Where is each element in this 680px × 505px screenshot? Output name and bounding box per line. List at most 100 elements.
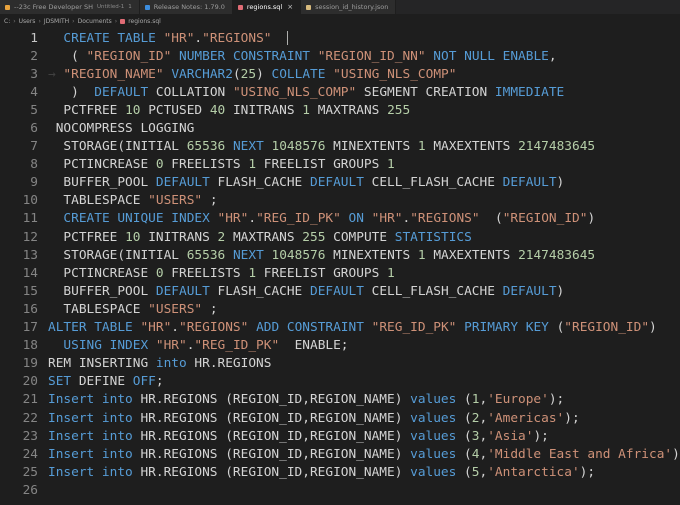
token-plain: ( [456, 446, 472, 462]
breadcrumb-item[interactable]: Documents [78, 18, 112, 25]
token-kw: values [410, 428, 457, 444]
code-content: BUFFER_POOL DEFAULT FLASH_CACHE DEFAULT … [48, 284, 564, 299]
breadcrumb-item[interactable]: C: [4, 18, 10, 25]
token-plain: FLASH_CACHE [209, 283, 310, 299]
token-plain: ); [564, 410, 580, 426]
code-line[interactable]: 16 TABLESPACE "USERS" ; [0, 300, 680, 318]
token-plain: COLLATION [155, 84, 233, 100]
token-kw: DEFAULT [502, 283, 557, 299]
token-plain: ); [548, 392, 565, 408]
token-plain: ( [456, 392, 472, 408]
line-number: 21 [22, 392, 38, 408]
code-line[interactable]: 7 STORAGE(INITIAL 65536 NEXT 1048576 MIN… [0, 138, 680, 156]
token-str: "HR" [163, 30, 195, 46]
token-plain: NOCOMPRESS LOGGING [48, 121, 195, 137]
tab-0[interactable]: --23c Free Developer SH Untitled-1 1 [0, 0, 140, 14]
token-plain: HR.REGIONS (REGION_ID,REGION_NAME) [132, 428, 411, 444]
token-plain: ) [556, 175, 565, 191]
breadcrumb-item[interactable]: JDSMITH [44, 18, 69, 25]
code-line[interactable]: 25 Insert into HR.REGIONS (REGION_ID,REGI… [0, 463, 680, 481]
token-str: "USING_NLS_COMP" [232, 84, 357, 100]
line-number: 13 [22, 247, 38, 263]
code-content: → "REGION_NAME" VARCHAR2(25) COLLATE "US… [48, 67, 456, 82]
code-line[interactable]: 9 BUFFER_POOL DEFAULT FLASH_CACHE DEFAUL… [0, 174, 680, 192]
code-line[interactable]: 12 PCTFREE 10 INITRANS 2 MAXTRANS 255 CO… [0, 228, 680, 246]
file-type-icon [5, 4, 10, 10]
token-str: "REGION_ID" [86, 48, 172, 64]
token-kw: Insert into [48, 392, 133, 408]
token-plain: , [548, 48, 557, 64]
token-num: 0 [155, 157, 164, 173]
token-kw: ON [348, 211, 364, 227]
token-plain: REM INSERTING [48, 356, 156, 372]
token-num: 1 [387, 265, 395, 281]
code-line[interactable]: 10 TABLESPACE "USERS" ; [0, 192, 680, 210]
token-kw: values [410, 410, 457, 426]
code-line[interactable]: 4 ) DEFAULT COLLATION "USING_NLS_COMP" S… [0, 83, 680, 101]
code-editor[interactable]: 1 CREATE TABLE "HR"."REGIONS" 2 ( "REGIO… [0, 27, 680, 499]
token-plain: ; [202, 193, 218, 209]
code-line[interactable]: 23 Insert into HR.REGIONS (REGION_ID,REGI… [0, 427, 680, 445]
token-ind [48, 31, 63, 46]
token-plain: ) [587, 211, 596, 227]
token-kw: DEFAULT [309, 283, 364, 299]
breadcrumb-item[interactable]: Users [19, 18, 36, 25]
breadcrumb-item[interactable]: regions.sql [128, 18, 161, 25]
tab-3[interactable]: session_id_history.json [301, 0, 397, 14]
code-content: ( "REGION_ID" NUMBER CONSTRAINT "REGION_… [48, 48, 557, 64]
code-line[interactable]: 2 ( "REGION_ID" NUMBER CONSTRAINT "REGIO… [0, 47, 680, 65]
token-str: "USING_NLS_COMP" [333, 66, 457, 82]
code-line[interactable]: 13 STORAGE(INITIAL 65536 NEXT 1048576 MI… [0, 246, 680, 264]
code-content: CREATE UNIQUE INDEX "HR"."REG_ID_PK" ON … [48, 211, 595, 226]
line-number: 20 [22, 374, 38, 390]
code-line[interactable]: 3 → "REGION_NAME" VARCHAR2(25) COLLATE "U… [0, 65, 680, 83]
token-num: 1 [417, 139, 426, 155]
token-num: 255 [302, 229, 326, 245]
token-kw: Insert into [48, 410, 133, 426]
token-kw: ADD CONSTRAINT [256, 320, 372, 336]
tab-1[interactable]: Release Notes: 1.79.0 [139, 0, 233, 14]
code-line[interactable]: 24 Insert into HR.REGIONS (REGION_ID,REGI… [0, 445, 680, 463]
token-plain: ( [479, 211, 503, 227]
token-plain: MINEXTENTS [325, 139, 418, 155]
code-line[interactable]: 18 USING INDEX "HR"."REG_ID_PK" ENABLE; [0, 337, 680, 355]
code-line[interactable]: 5 PCTFREE 10 PCTUSED 40 INITRANS 1 MAXTR… [0, 101, 680, 119]
token-num: 2147483645 [518, 247, 596, 263]
close-icon[interactable]: × [287, 3, 293, 11]
token-num: 1048576 [271, 247, 326, 263]
token-kw: ALTER TABLE [48, 320, 141, 336]
line-number: 26 [22, 482, 38, 498]
code-line[interactable]: 15 BUFFER_POOL DEFAULT FLASH_CACHE DEFAU… [0, 282, 680, 300]
code-line[interactable]: 22 Insert into HR.REGIONS (REGION_ID,REGI… [0, 409, 680, 427]
code-line[interactable]: 14 PCTINCREASE 0 FREELISTS 1 FREELIST GR… [0, 264, 680, 282]
line-number: 8 [30, 157, 38, 173]
line-number: 10 [22, 193, 38, 209]
token-str: 'Asia' [487, 428, 534, 444]
code-line[interactable]: 17 ALTER TABLE "HR"."REGIONS" ADD CONSTRA… [0, 319, 680, 337]
code-line[interactable]: 11 CREATE UNIQUE INDEX "HR"."REG_ID_PK" … [0, 210, 680, 228]
tab-2[interactable]: regions.sql × [232, 0, 302, 14]
code-line[interactable]: 6 NOCOMPRESS LOGGING [0, 119, 680, 137]
token-plain: . [171, 320, 179, 336]
token-num: 1 [387, 157, 395, 173]
line-number: 9 [30, 175, 38, 191]
code-line[interactable]: 8 PCTINCREASE 0 FREELISTS 1 FREELIST GRO… [0, 156, 680, 174]
token-plain: CELL_FLASH_CACHE [363, 175, 503, 191]
line-number: 16 [22, 301, 38, 317]
code-line[interactable]: 19 REM INSERTING into HR.REGIONS [0, 355, 680, 373]
token-plain: MINEXTENTS [325, 247, 418, 263]
code-line[interactable]: 1 CREATE TABLE "HR"."REGIONS" [0, 29, 680, 48]
line-number: 25 [22, 464, 38, 480]
code-line[interactable]: 21 Insert into HR.REGIONS (REGION_ID,REGI… [0, 391, 680, 409]
code-line[interactable]: 26 [0, 481, 680, 499]
file-type-icon [237, 4, 243, 10]
code-line[interactable]: 20 SET DEFINE OFF; [0, 373, 680, 391]
token-str: "USERS" [148, 193, 203, 209]
line-number: 24 [22, 446, 38, 462]
token-plain: ) [71, 84, 95, 100]
token-plain: FREELIST GROUPS [256, 265, 388, 281]
code-content: PCTFREE 10 INITRANS 2 MAXTRANS 255 COMPU… [48, 229, 471, 245]
token-ind [48, 175, 63, 190]
